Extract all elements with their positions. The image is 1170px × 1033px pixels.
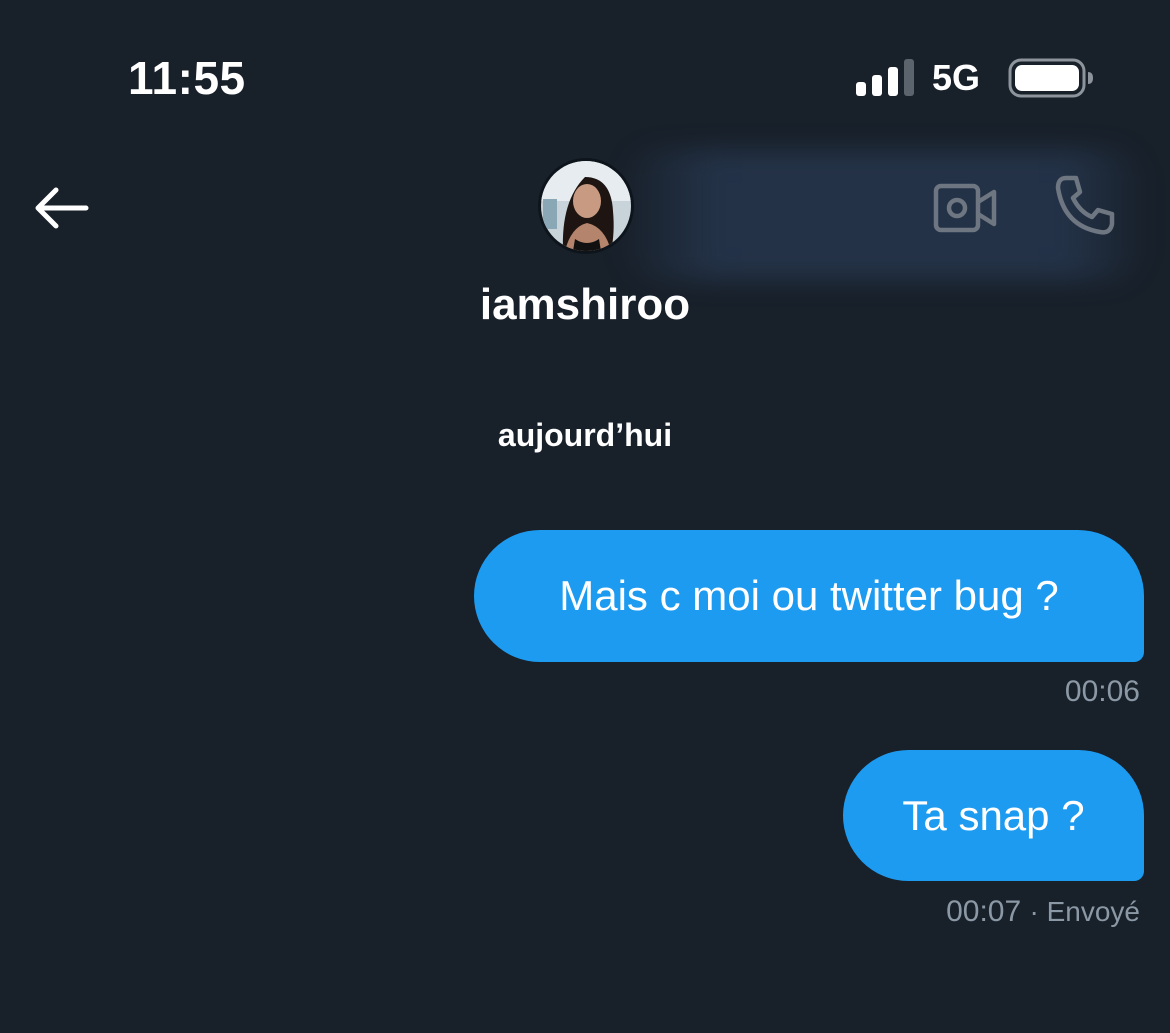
arrow-left-icon (35, 187, 89, 229)
profile-photo-icon (541, 161, 631, 251)
message-status: · Envoyé (1029, 896, 1141, 927)
message-text: Mais c moi ou twitter bug ? (559, 572, 1059, 619)
contact-name[interactable]: iamshiroo (0, 278, 1170, 332)
video-camera-icon (933, 183, 997, 233)
status-bar: 11:55 5G (0, 0, 1170, 150)
message-time: 00:06 (1064, 675, 1140, 708)
battery-full-icon (1008, 58, 1093, 98)
phone-icon (1055, 175, 1115, 235)
message-timestamp: 00:07 · Envoyé (946, 894, 1140, 930)
message-bubble-sent[interactable]: Mais c moi ou twitter bug ? (474, 530, 1144, 662)
status-time: 11:55 (128, 52, 246, 104)
cellular-signal-icon (856, 59, 914, 96)
date-separator: aujourd’hui (497, 417, 673, 453)
video-call-button[interactable] (932, 180, 998, 236)
avatar[interactable] (538, 158, 634, 254)
network-type: 5G (932, 57, 981, 98)
message-text: Ta snap ? (902, 791, 1085, 839)
back-button[interactable] (28, 178, 94, 238)
voice-call-button[interactable] (1052, 172, 1118, 238)
message-timestamp: 00:06 (1065, 674, 1140, 710)
message-bubble-sent[interactable]: Ta snap ? (843, 750, 1144, 881)
message-time: 00:07 (946, 895, 1022, 928)
